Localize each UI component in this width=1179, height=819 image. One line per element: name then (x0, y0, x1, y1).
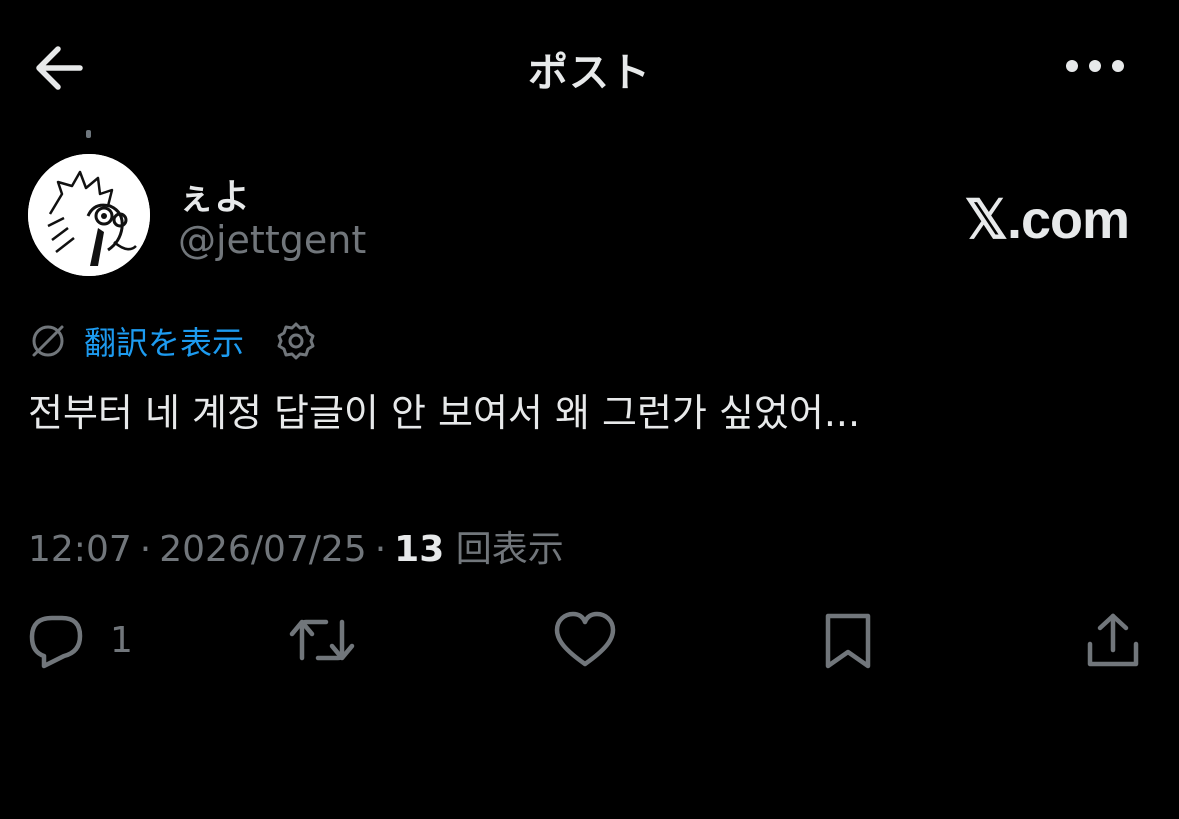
author-display-name[interactable]: ぇよ (178, 168, 250, 220)
more-horizontal-icon (1066, 60, 1124, 72)
x-com-watermark: 𝕏.com (964, 190, 1130, 250)
author-handle[interactable]: @jettgent (178, 218, 366, 262)
share-icon (1087, 613, 1139, 667)
reply-button[interactable]: 1 (26, 608, 133, 672)
bookmark-button[interactable] (818, 608, 878, 672)
repost-button[interactable] (286, 608, 358, 672)
thread-connector (86, 130, 91, 138)
post-meta: 12:07 · 2026/07/25 · 13 回表示 (28, 520, 564, 572)
views-count: 13 (394, 529, 445, 570)
arrow-left-icon (36, 46, 83, 90)
views-label: 回表示 (455, 529, 564, 570)
heart-icon (554, 611, 616, 667)
share-button[interactable] (1082, 608, 1144, 672)
avatar-sketch-image (28, 154, 150, 276)
avatar[interactable] (28, 154, 150, 276)
show-translation-link[interactable]: 翻訳を表示 (84, 318, 244, 364)
reply-icon (29, 615, 83, 669)
post-date[interactable]: 2026/07/25 (159, 529, 367, 570)
gear-icon[interactable] (274, 319, 318, 363)
bookmark-icon (825, 613, 871, 669)
meta-separator: · (374, 529, 387, 570)
post-text: 전부터 네 계정 답글이 안 보여서 왜 그런가 싶었어... (28, 391, 861, 435)
meta-separator: · (139, 529, 152, 570)
post-time[interactable]: 12:07 (28, 529, 132, 570)
back-button[interactable] (28, 38, 90, 98)
like-button[interactable] (553, 608, 617, 672)
translate-row: 翻訳を表示 (28, 318, 318, 364)
more-button[interactable] (1058, 44, 1132, 88)
reply-count: 1 (110, 619, 133, 661)
repost-icon (289, 619, 355, 661)
translate-globe-icon (32, 325, 64, 357)
page-title: ポスト (528, 50, 651, 96)
